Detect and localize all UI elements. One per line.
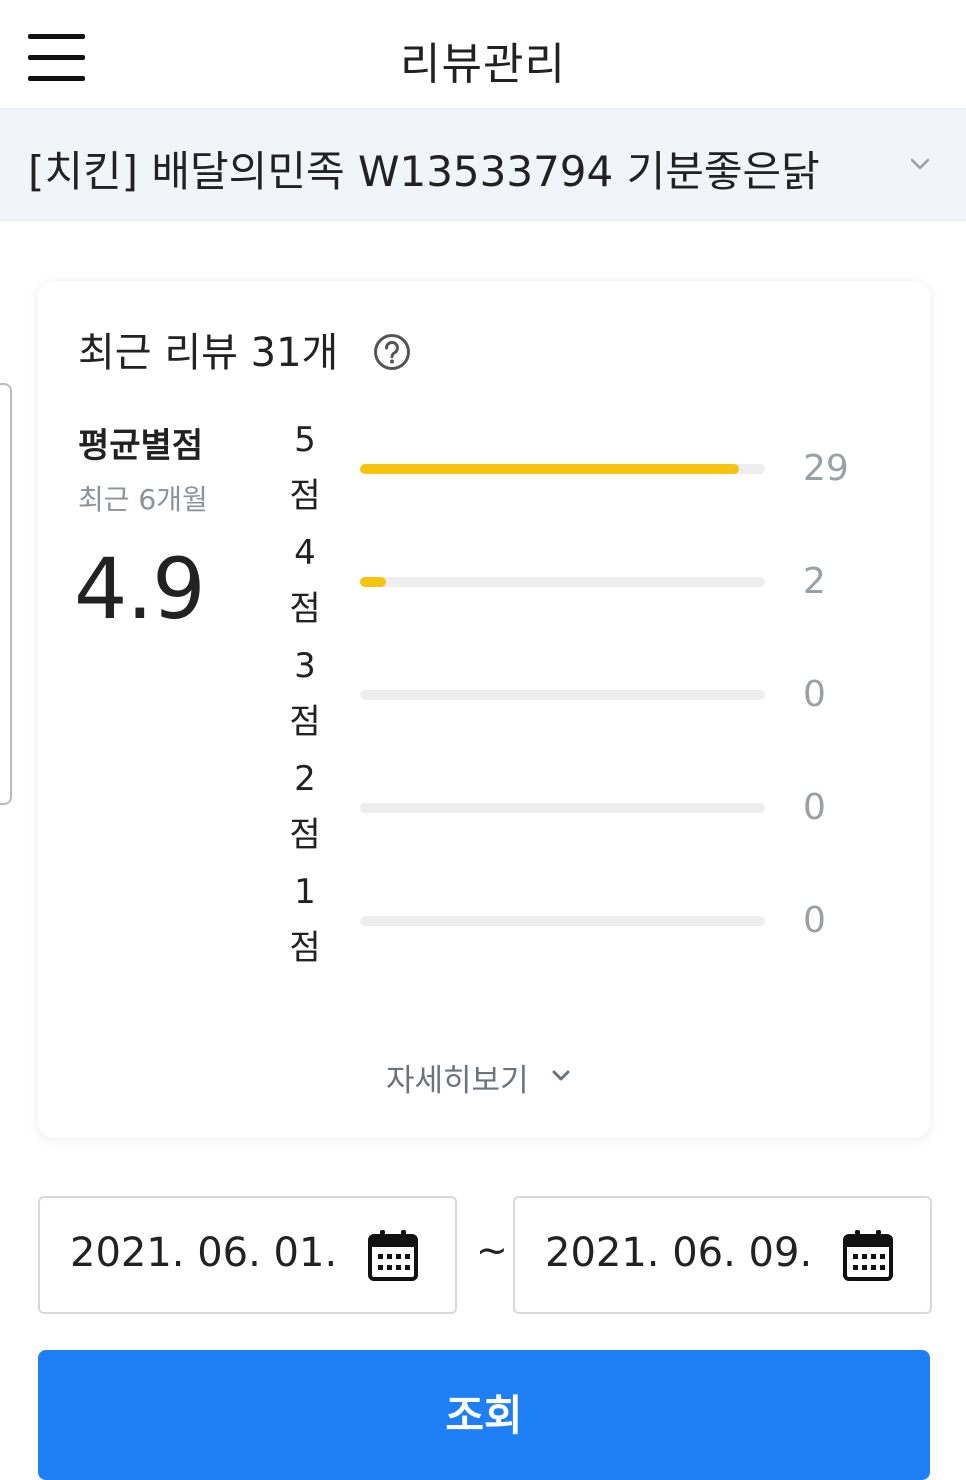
rating-row-4-count: 2 (803, 561, 826, 602)
question-circle-icon[interactable] (373, 333, 411, 371)
end-date-value: 2021. 06. 09. (545, 1230, 813, 1276)
rating-row-5-bar-track (360, 464, 765, 474)
search-button-label: 조회 (445, 1391, 523, 1440)
top-app-bar: 리뷰관리 (0, 0, 966, 110)
chevron-down-icon[interactable] (550, 1064, 572, 1086)
start-date-field[interactable]: 2021. 06. 01. (38, 1196, 457, 1314)
rating-row-3-unit: 점 (289, 702, 321, 742)
recent-review-count: 최근 리뷰 31개 (78, 330, 339, 376)
store-select-value: [치킨] 배달의민족 W13533794 기분좋은닭 (28, 147, 820, 196)
rating-row-1-count: 0 (803, 900, 826, 941)
rating-row-5-unit: 점 (289, 476, 321, 516)
rating-row-1-score: 1 (294, 872, 316, 912)
rating-row-1-unit: 점 (289, 928, 321, 968)
page-title: 리뷰관리 (400, 39, 566, 90)
average-rating-value: 4.9 (74, 540, 206, 638)
rating-row-1-bar-track (360, 916, 765, 926)
rating-row-2-unit: 점 (289, 815, 321, 855)
calendar-icon[interactable] (842, 1228, 894, 1282)
rating-row-4-unit: 점 (289, 589, 321, 629)
rating-row-2-count: 0 (803, 787, 826, 828)
average-rating-period: 최근 6개월 (78, 483, 208, 516)
rating-row-2-score: 2 (294, 759, 316, 799)
rating-row-4-score: 4 (294, 533, 316, 573)
review-summary-card (38, 281, 930, 1138)
rating-row-3-bar-track (360, 690, 765, 700)
rating-row-5-count: 29 (803, 448, 849, 489)
average-rating-label: 평균별점 (78, 426, 204, 466)
view-details-link[interactable]: 자세히보기 (386, 1055, 529, 1100)
start-date-value: 2021. 06. 01. (70, 1230, 338, 1276)
rating-row-4-bar-fill (360, 577, 387, 587)
rating-row-3-score: 3 (294, 646, 316, 686)
calendar-icon[interactable] (367, 1228, 419, 1282)
side-panel-edge[interactable] (0, 383, 12, 805)
rating-row-3-count: 0 (803, 674, 826, 715)
rating-row-5-score: 5 (294, 420, 316, 460)
date-range-separator: ~ (476, 1228, 508, 1272)
rating-row-2-bar-track (360, 803, 765, 813)
end-date-field[interactable]: 2021. 06. 09. (513, 1196, 932, 1314)
rating-row-5-bar-fill (360, 464, 739, 474)
rating-row-4-bar-track (360, 577, 765, 587)
chevron-down-icon[interactable] (906, 150, 934, 178)
